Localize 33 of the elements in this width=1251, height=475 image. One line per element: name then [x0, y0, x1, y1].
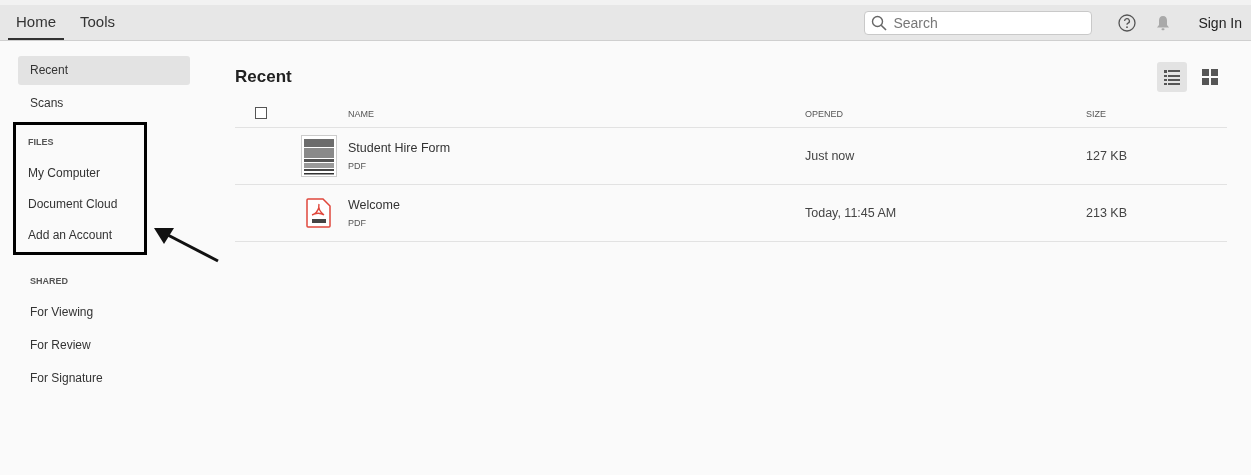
pdf-file-icon [306, 198, 332, 228]
sidebar-item[interactable]: Scans [18, 89, 190, 118]
opened-cell-text: Today, 11:45 AM [805, 206, 898, 220]
file-type: PDF [348, 161, 367, 171]
opened-cell-text: Just now [805, 149, 856, 163]
tab[interactable]: Home [8, 5, 64, 40]
tab[interactable]: Tools [72, 5, 124, 40]
select-all-checkbox[interactable] [255, 107, 267, 119]
list-view-button[interactable] [1157, 62, 1187, 92]
document-thumbnail [301, 135, 337, 177]
sidebar-item[interactable]: For Review [18, 331, 190, 360]
size-cell-text: 127 KB [1086, 149, 1128, 163]
file-name[interactable]: Welcome [348, 198, 805, 212]
sidebar-item[interactable]: Add an Account [18, 221, 144, 250]
column-header[interactable]: SIZE [1086, 109, 1227, 119]
page-title: Recent [235, 67, 292, 87]
file-type: PDF [348, 218, 367, 228]
search-field[interactable]: Search [864, 10, 1093, 35]
sign-in-button[interactable]: Sign In [1198, 14, 1242, 31]
section-heading: FILES [27, 136, 55, 149]
sidebar-item[interactable]: My Computer [18, 159, 144, 188]
section-heading: SHARED [29, 275, 69, 288]
column-header[interactable]: NAME [348, 109, 805, 119]
size-cell-text: 213 KB [1086, 206, 1128, 220]
file-name[interactable]: Student Hire Form [348, 141, 805, 155]
column-header[interactable]: OPENED [805, 109, 1086, 119]
list-icon [1164, 69, 1180, 85]
sidebar-item[interactable]: For Signature [18, 364, 190, 393]
sidebar-item[interactable]: For Viewing [18, 298, 190, 327]
sidebar-item[interactable]: Recent [18, 56, 190, 85]
sidebar-item[interactable]: Document Cloud [18, 190, 144, 219]
help-icon[interactable] [1118, 13, 1137, 32]
grid-icon [1202, 69, 1218, 85]
